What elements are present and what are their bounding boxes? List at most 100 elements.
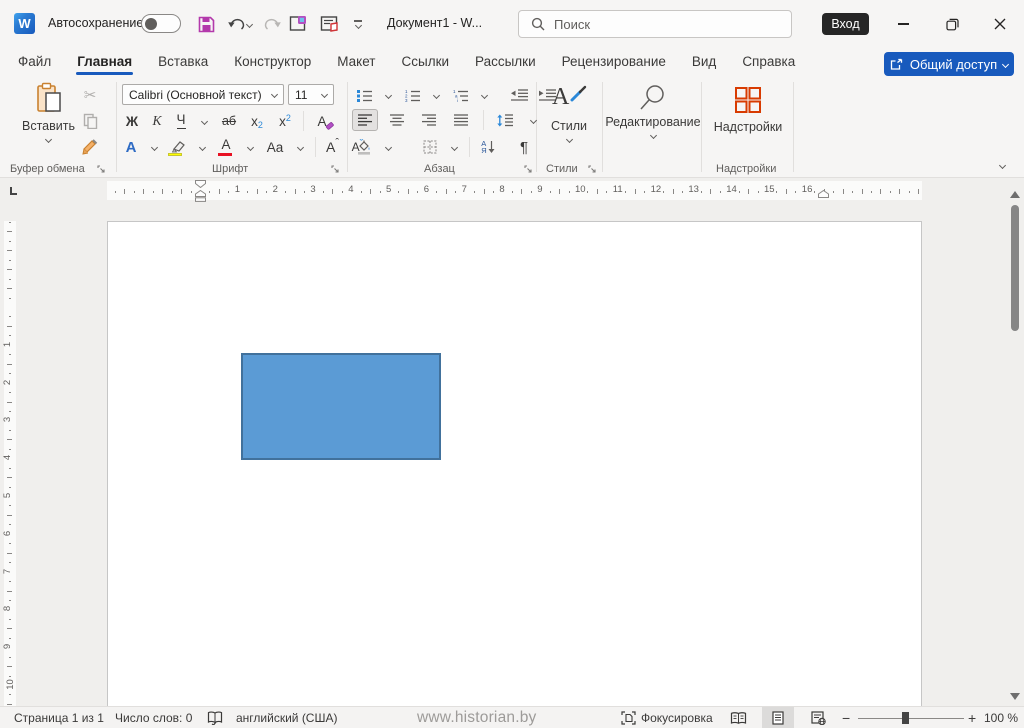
tab-insert[interactable]: Вставка — [157, 50, 209, 76]
search-input[interactable]: Поиск — [518, 10, 792, 38]
minimize-button[interactable] — [881, 0, 925, 48]
qat-customize-button[interactable] — [348, 12, 368, 36]
tab-layout[interactable]: Макет — [336, 50, 376, 76]
zoom-level[interactable]: 100 % — [984, 707, 1018, 728]
strikethrough-button[interactable]: аб — [216, 110, 242, 132]
highlight-chevron[interactable] — [192, 136, 212, 158]
autosave-toggle[interactable] — [141, 14, 181, 33]
save-button[interactable] — [193, 12, 219, 36]
multilevel-chevron[interactable] — [474, 84, 494, 106]
pilcrow-button[interactable]: ¶ — [513, 136, 535, 158]
vertical-ruler[interactable]: 1 2 3 4 5 6 7 8 9 10 — [0, 204, 20, 706]
addins-button[interactable]: Надстройки — [710, 86, 786, 134]
page[interactable] — [107, 221, 922, 706]
right-indent-marker[interactable] — [818, 190, 829, 198]
collapse-ribbon-button[interactable] — [990, 154, 1014, 176]
styles-button[interactable]: A Стили — [544, 84, 594, 144]
styles-dialog-launcher[interactable] — [588, 162, 597, 176]
close-button[interactable] — [978, 0, 1022, 48]
zoom-out-button[interactable]: − — [842, 707, 850, 728]
find-magnifier-icon — [640, 85, 664, 110]
bullets-chevron[interactable] — [378, 84, 398, 106]
undo-dropdown-chevron[interactable] — [245, 20, 253, 28]
sign-in-button[interactable]: Вход — [822, 13, 869, 35]
line-spacing-button[interactable] — [493, 109, 517, 131]
tab-references[interactable]: Ссылки — [401, 50, 451, 76]
tab-view[interactable]: Вид — [691, 50, 717, 76]
share-button[interactable]: Общий доступ — [884, 52, 1014, 76]
borders-chevron[interactable] — [444, 136, 464, 158]
change-case-button[interactable]: Aa — [262, 136, 288, 158]
font-color-button[interactable]: A — [214, 136, 238, 158]
tab-design[interactable]: Конструктор — [233, 50, 312, 76]
scrollbar-thumb[interactable] — [1011, 205, 1019, 331]
shading-button[interactable] — [352, 136, 376, 158]
scroll-up-arrow[interactable] — [1010, 191, 1020, 198]
text-effects-button[interactable]: A — [120, 136, 142, 158]
tab-help[interactable]: Справка — [741, 50, 796, 76]
text-effects-chevron[interactable] — [144, 136, 164, 158]
decrease-indent-button[interactable] — [506, 84, 532, 106]
font-size-select[interactable]: 11 — [288, 84, 334, 105]
superscript-button[interactable]: x2 — [272, 110, 298, 132]
tab-file[interactable]: Файл — [17, 50, 52, 76]
zoom-in-button[interactable]: + — [968, 707, 976, 728]
zoom-slider-track[interactable] — [858, 718, 964, 719]
clipboard-dialog-launcher[interactable] — [97, 162, 106, 176]
clear-formatting-button[interactable]: A — [309, 110, 335, 132]
web-layout-button[interactable] — [802, 707, 834, 728]
horizontal-ruler[interactable]: 1 2 3 4 5 6 7 8 9 10 11 12 13 14 15 16 — [0, 178, 1006, 204]
language-status[interactable]: английский (США) — [236, 707, 337, 728]
tab-selector-button[interactable] — [6, 183, 20, 198]
paragraph-dialog-launcher[interactable] — [524, 162, 533, 176]
highlight-button[interactable] — [166, 136, 190, 158]
subscript-button[interactable]: x2 — [244, 110, 270, 132]
bullets-button[interactable] — [352, 84, 376, 106]
word-count[interactable]: Число слов: 0 — [115, 707, 192, 728]
print-layout-button[interactable] — [762, 707, 794, 728]
hanging-indent-marker[interactable] — [195, 190, 206, 202]
vertical-scrollbar[interactable] — [1006, 178, 1024, 706]
scroll-down-arrow[interactable] — [1010, 693, 1020, 700]
numbering-chevron[interactable] — [426, 84, 446, 106]
undo-button[interactable] — [222, 12, 256, 36]
qat-form-button[interactable] — [317, 12, 343, 36]
svg-text:3: 3 — [405, 98, 408, 102]
save-icon — [198, 16, 214, 32]
proofing-status[interactable] — [207, 707, 223, 728]
borders-button[interactable] — [418, 136, 442, 158]
qat-addin-button[interactable] — [285, 12, 311, 36]
justify-button[interactable] — [448, 109, 474, 131]
align-left-button[interactable] — [352, 109, 378, 131]
paste-button[interactable]: Вставить — [22, 82, 75, 144]
underline-button[interactable]: Ч — [170, 110, 192, 132]
rectangle-shape[interactable] — [241, 353, 441, 460]
shading-chevron[interactable] — [378, 136, 398, 158]
italic-button[interactable]: К — [146, 110, 168, 132]
line-spacing-chevron[interactable] — [523, 109, 543, 131]
tab-mailings[interactable]: Рассылки — [474, 50, 537, 76]
editing-button[interactable]: Редактирование — [605, 84, 701, 140]
page-count[interactable]: Страница 1 из 1 — [14, 707, 104, 728]
read-mode-button[interactable] — [722, 707, 754, 728]
grow-font-button[interactable]: Aˆ — [321, 136, 344, 158]
sort-button[interactable]: АЯ — [475, 136, 501, 158]
change-case-chevron[interactable] — [290, 136, 310, 158]
tab-review[interactable]: Рецензирование — [561, 50, 667, 76]
zoom-slider-thumb[interactable] — [902, 712, 909, 724]
format-painter-button[interactable] — [78, 136, 102, 158]
font-color-chevron[interactable] — [240, 136, 260, 158]
font-dialog-launcher[interactable] — [331, 162, 340, 176]
tab-home[interactable]: Главная — [76, 50, 134, 76]
document-area[interactable] — [20, 204, 1006, 706]
numbering-button[interactable]: 1 2 3 — [400, 84, 424, 106]
font-name-select[interactable]: Calibri (Основной текст) — [122, 84, 284, 105]
focus-mode-button[interactable]: Фокусировка — [621, 707, 713, 728]
bold-button[interactable]: Ж — [120, 110, 144, 132]
underline-chevron[interactable] — [194, 110, 214, 132]
first-line-indent-marker[interactable] — [195, 180, 206, 188]
align-right-button[interactable] — [416, 109, 442, 131]
restore-button[interactable] — [930, 0, 974, 48]
align-center-button[interactable] — [384, 109, 410, 131]
multilevel-list-button[interactable]: 1 a i — [448, 84, 472, 106]
